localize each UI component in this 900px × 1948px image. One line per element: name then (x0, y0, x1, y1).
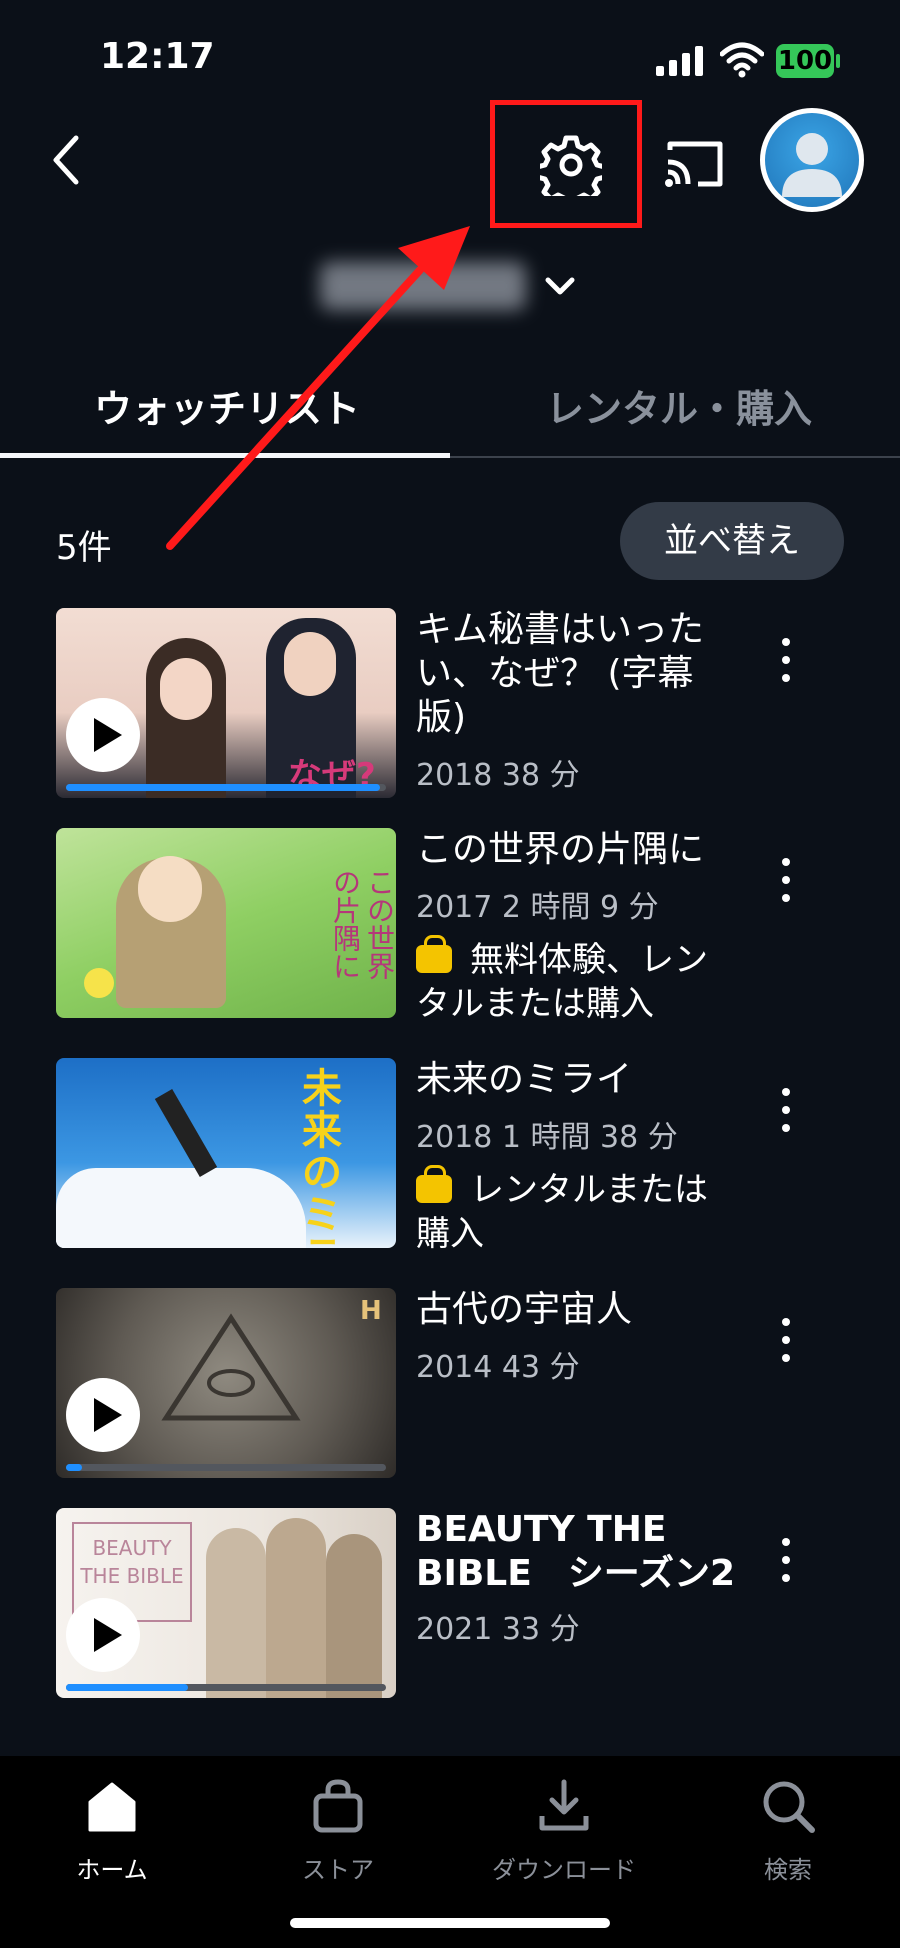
thumbnail-mirai[interactable]: 未来のミライ (56, 1058, 396, 1248)
item-meta: 2021 33 分 (416, 1612, 580, 1647)
more-options-icon[interactable] (780, 1088, 792, 1138)
thumbnail-kim-secretary[interactable]: なぜ? (56, 608, 396, 798)
thumbnail-logo-text: この世界の片隅に (329, 868, 396, 980)
cast-icon[interactable] (664, 138, 724, 188)
home-indicator (290, 1918, 610, 1928)
play-button[interactable] (66, 1598, 140, 1672)
list-item[interactable]: BEAUTY THE BIBLE BEAUTY THE BIBLE シーズン2 … (0, 1508, 900, 1708)
search-icon (763, 1781, 815, 1833)
play-button[interactable] (66, 698, 140, 772)
nav-label: ホーム (76, 1856, 148, 1884)
more-options-icon[interactable] (780, 858, 792, 908)
progress-bar (66, 1684, 386, 1691)
purchase-text: 無料体験、レンタルまたは購入 (416, 940, 708, 1024)
thumbnail-kono-sekai[interactable]: この世界の片隅に (56, 828, 396, 1018)
purchase-badge: 無料体験、レンタルまたは購入 (416, 935, 736, 1026)
progress-fill (66, 1684, 188, 1691)
nav-home[interactable]: ホーム (22, 1776, 202, 1885)
nav-label: ダウンロード (492, 1856, 636, 1884)
back-arrow-icon[interactable] (46, 130, 86, 190)
item-meta: 2014 43 分 (416, 1350, 580, 1385)
progress-fill (66, 1464, 82, 1471)
nav-download[interactable]: ダウンロード (474, 1776, 654, 1885)
profile-avatar[interactable] (760, 108, 864, 212)
profile-name-blurred[interactable] (320, 262, 526, 310)
wifi-icon (720, 42, 764, 78)
chevron-down-icon[interactable] (540, 272, 580, 302)
home-icon (88, 1782, 136, 1832)
item-title[interactable]: キム秘書はいったい、なぜ？ (字幕版) (416, 608, 736, 740)
gear-icon[interactable] (540, 134, 602, 196)
store-bag-icon (313, 1779, 363, 1833)
list-item[interactable]: H 古代の宇宙人 2014 43 分 (0, 1288, 900, 1488)
item-title[interactable]: 未来のミライ (416, 1058, 736, 1102)
pyramid-eye-icon (161, 1313, 301, 1421)
item-meta: 2018 1 時間 38 分 (416, 1120, 678, 1155)
nav-search[interactable]: 検索 (698, 1776, 878, 1885)
more-options-icon[interactable] (780, 1538, 792, 1588)
shopping-bag-icon (416, 1165, 452, 1203)
battery-indicator: 100 (776, 44, 834, 78)
shopping-bag-icon (416, 935, 452, 973)
item-count: 5件 (56, 528, 112, 568)
item-title[interactable]: この世界の片隅に (416, 828, 736, 872)
nav-label: ストア (302, 1856, 374, 1884)
nav-store[interactable]: ストア (248, 1776, 428, 1885)
history-logo: H (360, 1296, 382, 1326)
thumbnail-beauty-bible[interactable]: BEAUTY THE BIBLE (56, 1508, 396, 1698)
progress-bar (66, 784, 386, 791)
battery-tip (836, 54, 840, 68)
play-button[interactable] (66, 1378, 140, 1452)
tab-watchlist[interactable]: ウォッチリスト (94, 378, 360, 433)
purchase-badge: レンタルまたは購入 (416, 1165, 736, 1256)
item-title[interactable]: BEAUTY THE BIBLE シーズン2 (416, 1508, 736, 1596)
list-item[interactable]: 未来のミライ 未来のミライ 2018 1 時間 38 分 レンタルまたは購入 (0, 1058, 900, 1258)
thumbnail-logo-text: 未来のミライ (302, 1066, 342, 1248)
purchase-text: レンタルまたは購入 (416, 1170, 708, 1254)
thumbnail-ancient-aliens[interactable]: H (56, 1288, 396, 1478)
person-icon (782, 133, 842, 197)
progress-fill (66, 784, 380, 791)
item-meta: 2017 2 時間 9 分 (416, 890, 659, 925)
cellular-signal-icon (656, 46, 704, 76)
item-title[interactable]: 古代の宇宙人 (416, 1288, 736, 1332)
list-item[interactable]: この世界の片隅に この世界の片隅に 2017 2 時間 9 分 無料体験、レンタ… (0, 828, 900, 1028)
sort-button[interactable]: 並べ替え (620, 502, 844, 580)
download-icon (539, 1779, 589, 1831)
status-time: 12:17 (100, 36, 215, 77)
tab-rental-purchase[interactable]: レンタル・購入 (546, 378, 812, 433)
tab-active-indicator (0, 453, 450, 458)
more-options-icon[interactable] (780, 638, 792, 688)
item-meta: 2018 38 分 (416, 758, 580, 793)
nav-label: 検索 (764, 1856, 812, 1884)
list-item[interactable]: なぜ? キム秘書はいったい、なぜ？ (字幕版) 2018 38 分 (0, 608, 900, 808)
more-options-icon[interactable] (780, 1318, 792, 1368)
progress-bar (66, 1464, 386, 1471)
